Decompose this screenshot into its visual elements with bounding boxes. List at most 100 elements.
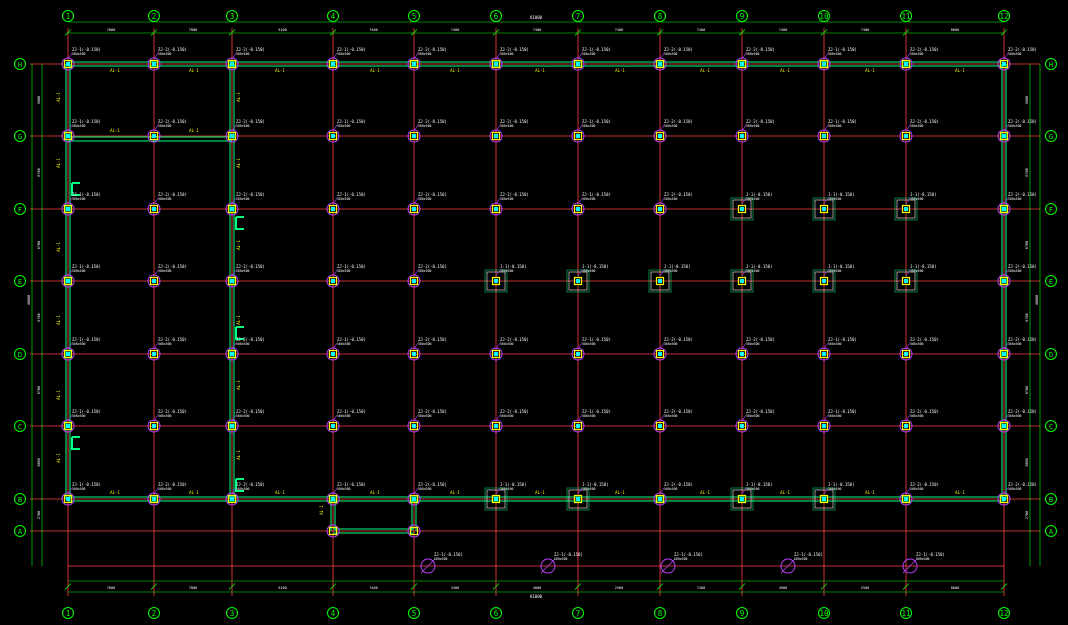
axis-bubble-A: A [1045,525,1057,537]
column-subtag: 500x500 [746,269,760,273]
column-core [1002,62,1006,66]
column-core [1002,134,1006,138]
column-subtag: 500x500 [746,342,760,346]
column-core [576,207,580,211]
column-subtag: 500x500 [418,269,432,273]
column-subtag: 500x500 [72,414,86,418]
axis-bubble-1: 1 [62,10,74,22]
dim-bay-bottom: 3400 [451,586,459,590]
column-core [658,62,662,66]
column-core [66,424,70,428]
axis-bubble-C: C [14,420,26,432]
wall-tag: AL-1 [236,380,241,390]
column-core [904,352,908,356]
dim-bay-bottom: 2500 [615,586,623,590]
beam-tag: AL-1 [189,128,199,133]
axis-bubble-12: 12 [998,10,1010,22]
column-core [412,352,416,356]
dim-bay-top: 7400 [779,28,787,32]
column-subtag: 500x500 [828,342,842,346]
column-core [658,424,662,428]
axis-bubble-label: 9 [740,12,745,21]
dim-bay-bottom: 8600 [951,586,959,590]
wall-marker [235,216,244,230]
column-core [576,62,580,66]
column-subtag: 500x500 [910,197,924,201]
column-subtag: 500x500 [582,52,596,56]
column-core [740,279,744,283]
dim-row-right: 5600 [1025,96,1029,104]
column-core [904,279,908,283]
column-subtag: 500x500 [664,197,678,201]
column-core [152,497,156,501]
axis-bubble-A: A [14,525,26,537]
column-subtag: 500x500 [500,124,514,128]
beam-tag: AL-1 [700,490,710,495]
axis-bubble-label: D [1049,351,1053,359]
column-subtag: 500x500 [910,269,924,273]
column-footing: J-1(-0.150)500x500 [484,264,527,293]
dim-bay-bottom: 9100 [278,586,286,590]
column-subtag: 500x500 [828,414,842,418]
column-subtag: 500x500 [746,52,760,56]
leader-line [495,269,501,277]
column-core [412,279,416,283]
axis-bubble-label: 3 [230,609,235,618]
column-subtag: 500x500 [828,52,842,56]
column-core [904,134,908,138]
beam-tag: AL-1 [110,490,120,495]
column-subtag: 500x500 [418,342,432,346]
column-core [152,62,156,66]
column-footings: ZJ-1(-0.150)500x500ZJ-2(-0.150)500x500ZJ… [61,47,1037,574]
column-subtag: 500x500 [337,124,351,128]
axis-bubble-label: 12 [999,12,1008,21]
column-footing: J-1(-0.150)500x500 [894,264,937,293]
axis-bubble-label: 4 [331,609,336,618]
beam-tag: AL-1 [955,490,965,495]
axis-bubble-1: 1 [62,607,74,619]
column-core [331,497,335,501]
column-subtag: 500x500 [554,557,568,561]
axis-bubble-label: H [1049,61,1053,69]
axis-bubble-8: 8 [654,607,666,619]
column-subtag: 500x500 [158,124,172,128]
axis-bubble-3: 3 [226,10,238,22]
axis-bubble-label: A [18,528,23,536]
axis-bubble-2: 2 [148,10,160,22]
column-core [658,352,662,356]
axis-bubble-label: C [18,423,22,431]
column-subtag: 500x500 [236,342,250,346]
column-subtag: 500x500 [158,414,172,418]
column-core [152,134,156,138]
leader-line [659,269,665,277]
dim-bay-top: 7800 [189,28,197,32]
column-footing: ZJ-1(-0.150)500x500 [660,552,703,574]
dim-row-left: 6700 [37,168,41,176]
axis-bubble-9: 9 [736,607,748,619]
column-subtag: 500x500 [794,557,808,561]
column-subtag: 500x500 [236,52,250,56]
column-footing: J-1(-0.150)500x500 [566,482,609,511]
dim-bay-top: 7800 [107,28,115,32]
dim-bay-top: 7400 [369,28,377,32]
column-core [822,207,826,211]
grid-axis-lines [30,28,1040,596]
beam-tag: AL-1 [275,490,285,495]
axis-bubble-7: 7 [572,607,584,619]
axis-bubble-5: 5 [408,607,420,619]
column-subtag: 500x500 [72,124,86,128]
column-subtag: 500x500 [72,269,86,273]
column-subtag: 500x500 [337,197,351,201]
dim-bay-bottom: 7400 [369,586,377,590]
wall-tag: AL-1 [319,505,324,515]
axis-bubble-label: 6 [494,12,499,21]
beam-tag: AL-1 [780,68,790,73]
column-subtag: 500x500 [158,197,172,201]
axis-bubble-label: E [1049,278,1053,286]
column-footing: J-1(-0.150)500x500 [484,482,527,511]
axis-bubble-label: 1 [66,609,71,618]
column-subtag: 500x500 [582,342,596,346]
column-subtag: 500x500 [337,269,351,273]
column-subtag: 500x500 [1008,342,1022,346]
column-core [412,62,416,66]
